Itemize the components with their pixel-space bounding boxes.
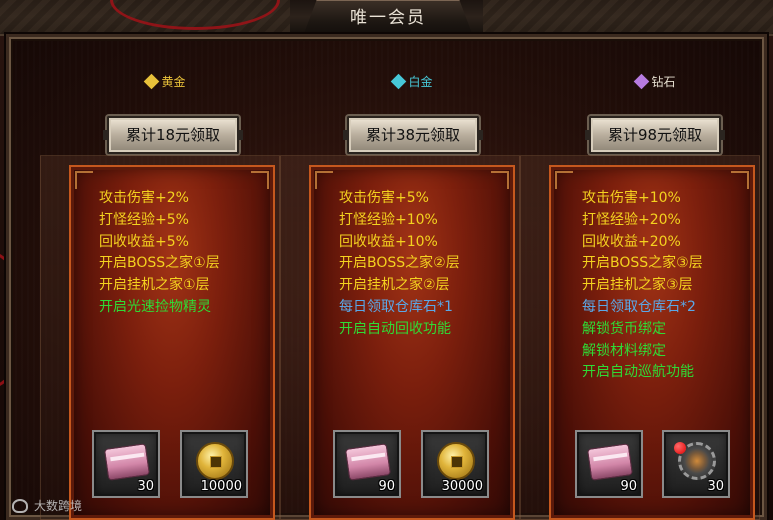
watermark: 大数跨境	[12, 497, 82, 514]
watermark-text: 大数跨境	[34, 499, 83, 513]
benefit-item: 攻击伤害+5%	[339, 190, 429, 206]
tier-name: 白金	[408, 75, 433, 89]
benefit-item: 开启BOSS之家②层	[339, 255, 460, 272]
reward-quantity: 90	[378, 479, 395, 494]
reward-slot[interactable]: 30	[662, 430, 730, 498]
reward-quantity: 30	[137, 479, 154, 494]
benefit-item: 开启BOSS之家③层	[582, 255, 703, 272]
benefit-item: 解锁材料绑定	[582, 342, 666, 359]
benefit-item: 打怪经验+5%	[99, 211, 189, 228]
card-corner-ornament	[555, 171, 573, 189]
benefit-item: 开启挂机之家①层	[99, 277, 210, 294]
benefit-item: 每日领取仓库石*1	[339, 298, 453, 315]
card-corner-ornament	[75, 171, 93, 189]
pink-chest-icon	[586, 443, 634, 481]
benefit-item: 回收收益+20%	[582, 233, 681, 250]
claim-38-button[interactable]: 累计38元领取	[343, 116, 483, 154]
tier-label-platinum: 白金	[353, 72, 473, 92]
benefit-item: 攻击伤害+10%	[582, 190, 681, 206]
gold-coin-icon	[437, 442, 475, 480]
reward-slot[interactable]: 90	[575, 430, 643, 498]
gold-gem-icon	[144, 73, 160, 90]
window-title: 唯一会员	[350, 8, 426, 28]
card-corner-ornament	[251, 171, 269, 189]
platinum-gem-icon	[391, 73, 407, 90]
watermark-logo-icon	[12, 499, 28, 513]
benefit-item: 每日领取仓库石*2	[582, 298, 696, 315]
claim-98-button[interactable]: 累计98元领取	[585, 116, 725, 154]
pink-chest-icon	[103, 443, 151, 481]
benefit-list-gold: 攻击伤害+2% 打怪经验+5% 回收收益+5% 开启BOSS之家①层 开启挂机之…	[99, 188, 289, 319]
reward-quantity: 30	[707, 479, 724, 494]
benefit-item: 回收收益+5%	[99, 233, 189, 250]
benefit-item: 解锁货币绑定	[582, 320, 666, 337]
tier-name: 黄金	[161, 75, 186, 89]
tier-label-gold: 黄金	[106, 72, 226, 92]
title-bar-ornament-right	[483, 0, 773, 34]
reward-slot[interactable]: 90	[333, 430, 401, 498]
benefit-item: 开启BOSS之家①层	[99, 255, 220, 272]
benefit-item: 回收收益+10%	[339, 233, 438, 250]
gold-coin-icon	[196, 442, 234, 480]
benefit-item: 打怪经验+20%	[582, 211, 681, 228]
benefit-item: 开启自动回收功能	[339, 320, 451, 337]
reward-quantity: 90	[620, 479, 637, 494]
reward-quantity: 30000	[441, 479, 483, 494]
pink-chest-icon	[344, 443, 392, 481]
benefit-item: 开启光速捡物精灵	[99, 298, 211, 315]
claim-18-button[interactable]: 累计18元领取	[103, 116, 243, 154]
notification-dot	[674, 442, 686, 454]
card-corner-ornament	[315, 171, 333, 189]
benefit-item: 开启自动巡航功能	[582, 364, 694, 381]
benefit-list-platinum: 攻击伤害+5% 打怪经验+10% 回收收益+10% 开启BOSS之家②层 开启挂…	[339, 188, 529, 341]
reward-slot[interactable]: 30	[92, 430, 160, 498]
card-corner-ornament	[491, 171, 509, 189]
reward-slot[interactable]: 30000	[421, 430, 489, 498]
tier-label-diamond: 钻石	[596, 72, 716, 92]
tier-name: 钻石	[651, 75, 676, 89]
benefit-item: 攻击伤害+2%	[99, 190, 189, 206]
diamond-gem-icon	[634, 73, 650, 90]
reward-quantity: 10000	[200, 479, 242, 494]
membership-panel: 唯一会员 黄金 累计18元领取 攻击伤害+2% 打怪经验+5% 回收收益+5% …	[0, 0, 773, 520]
reward-slot[interactable]: 10000	[180, 430, 248, 498]
benefit-item: 开启挂机之家②层	[339, 277, 450, 294]
benefit-list-diamond: 攻击伤害+10% 打怪经验+20% 回收收益+20% 开启BOSS之家③层 开启…	[582, 188, 772, 384]
benefit-item: 开启挂机之家③层	[582, 277, 693, 294]
benefit-item: 打怪经验+10%	[339, 211, 438, 228]
card-corner-ornament	[731, 171, 749, 189]
